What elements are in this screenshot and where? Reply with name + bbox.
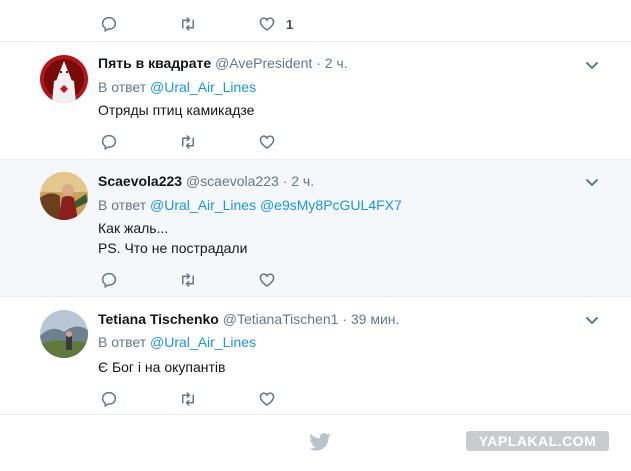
tweet-actions (100, 132, 276, 152)
like-button[interactable] (258, 133, 276, 151)
reply-context: В ответ @Ural_Air_Lines (98, 334, 256, 350)
tweet-text: Отряды птиц камикадзе (98, 100, 254, 120)
reply-prefix: В ответ (98, 79, 147, 95)
avatar-image (40, 55, 88, 103)
reply-prefix: В ответ (98, 197, 147, 213)
reply-button[interactable] (100, 15, 120, 33)
tweet-text-line: PS. Что не пострадали (98, 240, 248, 256)
reply-prefix: В ответ (98, 334, 147, 350)
tweet-text-line: Отряды птиц камикадзе (98, 102, 255, 118)
retweet-icon (182, 17, 194, 31)
reply-icon (101, 134, 117, 151)
retweet-icon (182, 273, 194, 287)
twitter-bird-icon (309, 433, 331, 451)
heart-icon (259, 273, 275, 287)
divider (0, 414, 631, 415)
retweet-button[interactable] (178, 133, 198, 151)
heart-icon (259, 135, 275, 149)
reply-button[interactable] (100, 390, 120, 408)
tweet-header: Пять в квадрате @AvePresident · 2 ч. (98, 55, 348, 71)
tweet[interactable]: Tetiana Tischenko @TetianaTischen1 · 39 … (0, 297, 631, 414)
tweet-header: Scaevola223 @scaevola223 · 2 ч. (98, 173, 314, 189)
reply-icon (101, 272, 117, 289)
like-button[interactable]: 1 (258, 15, 293, 33)
retweet-button[interactable] (178, 390, 198, 408)
chevron-down-icon (586, 317, 598, 324)
avatar[interactable] (40, 55, 88, 103)
avatar[interactable] (40, 310, 88, 358)
more-options-button[interactable] (584, 312, 600, 328)
separator-dot: · (342, 311, 347, 327)
tweet-text-line: Є Бог і на окупантів (98, 359, 226, 375)
author-handle[interactable]: @scaevola223 (186, 173, 279, 189)
avatar[interactable] (40, 172, 88, 220)
tweet[interactable]: Пять в квадрате @AvePresident · 2 ч. В о… (0, 42, 631, 159)
like-count: 1 (286, 16, 294, 32)
mention-link[interactable]: @Ural_Air_Lines (150, 197, 256, 213)
heart-icon (259, 17, 275, 31)
reply-context: В ответ @Ural_Air_Lines (98, 79, 256, 95)
chevron-down-icon (586, 179, 598, 186)
more-options-button[interactable] (584, 57, 600, 73)
retweet-button[interactable] (178, 15, 198, 33)
author-handle[interactable]: @TetianaTischen1 (223, 311, 339, 327)
avatar-image (40, 310, 88, 358)
author-name[interactable]: Tetiana Tischenko (98, 311, 219, 327)
twitter-bird-logo (309, 433, 331, 456)
tweet-text: Є Бог і на окупантів (98, 357, 225, 377)
tweet-actions (100, 270, 276, 290)
reply-button[interactable] (100, 133, 120, 151)
tweet-header: Tetiana Tischenko @TetianaTischen1 · 39 … (98, 311, 399, 327)
watermark: YAPLAKAL.COM (466, 431, 609, 451)
top-actions: 1 (100, 14, 293, 34)
mention-link[interactable]: @Ural_Air_Lines (150, 79, 256, 95)
tweet[interactable]: Scaevola223 @scaevola223 · 2 ч. В ответ … (0, 160, 631, 296)
avatar-image (40, 172, 88, 220)
separator-dot: · (282, 173, 288, 189)
reply-icon (101, 16, 117, 33)
author-name[interactable]: Scaevola223 (98, 173, 182, 189)
heart-icon (259, 392, 275, 406)
tweet-actions (100, 389, 276, 409)
retweet-icon (182, 135, 194, 149)
reply-icon (101, 391, 117, 408)
author-handle[interactable]: @AvePresident (215, 55, 312, 71)
reply-context: В ответ @Ural_Air_Lines @e9sMy8PcGUL4FX7 (98, 197, 402, 213)
mention-link[interactable]: @e9sMy8PcGUL4FX7 (260, 197, 402, 213)
separator-dot: · (316, 55, 321, 71)
tweet-text: Как жаль... PS. Что не пострадали (98, 218, 247, 258)
retweet-button[interactable] (178, 271, 198, 289)
like-button[interactable] (258, 271, 276, 289)
retweet-icon (182, 392, 194, 406)
tweet-text-line: Как жаль... (98, 220, 169, 236)
author-name[interactable]: Пять в квадрате (98, 55, 211, 71)
timestamp[interactable]: 2 ч. (325, 55, 348, 71)
timestamp[interactable]: 39 мин. (351, 311, 400, 327)
mention-link[interactable]: @Ural_Air_Lines (150, 334, 256, 350)
chevron-down-icon (586, 62, 598, 69)
reply-button[interactable] (100, 271, 120, 289)
more-options-button[interactable] (584, 174, 600, 190)
like-button[interactable] (258, 390, 276, 408)
timestamp[interactable]: 2 ч. (291, 173, 314, 189)
